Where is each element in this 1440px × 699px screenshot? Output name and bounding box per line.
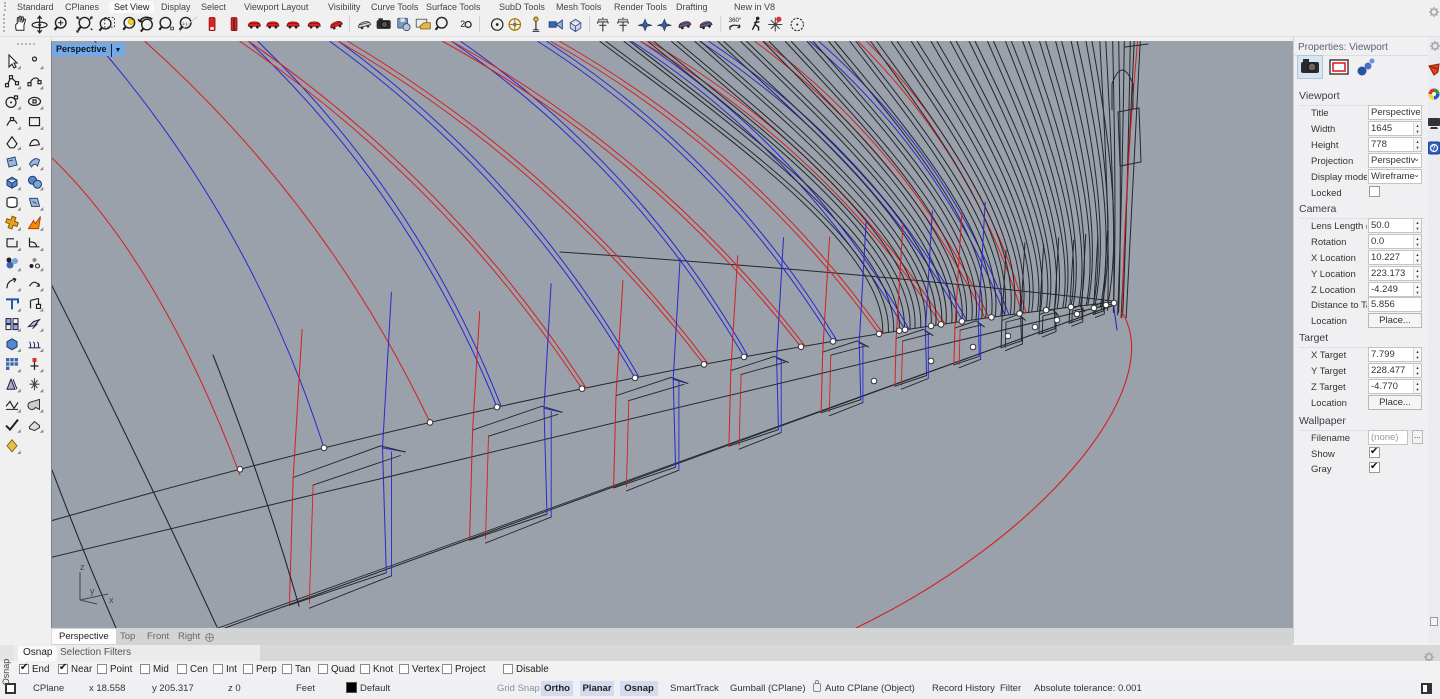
svg-text:x: x [109,595,114,605]
svg-text:?: ? [1432,146,1436,153]
svg-text:z: z [80,562,85,572]
svg-text:y: y [90,586,95,596]
svg-text:2: 2 [460,19,465,29]
svg-text:360°: 360° [729,17,742,24]
